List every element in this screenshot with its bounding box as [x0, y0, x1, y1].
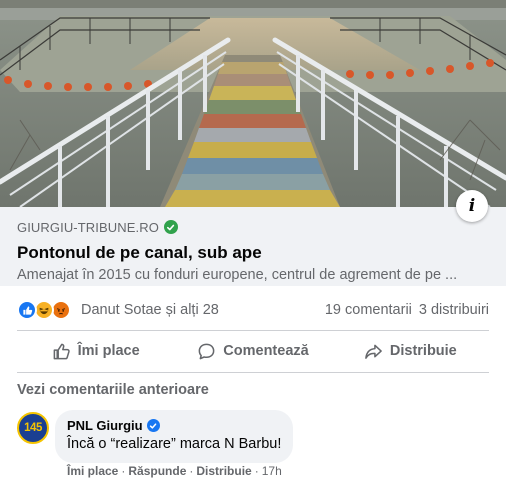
comment-author[interactable]: PNL Giurgiu [67, 418, 143, 433]
link-title[interactable]: Pontonul de pe canal, sub ape [17, 242, 489, 263]
thumbs-up-icon [53, 343, 70, 359]
like-icon [17, 300, 37, 320]
comment-reply-link[interactable]: Răspunde [128, 464, 186, 478]
engagement-counts: 19 comentarii 3 distribuiri [325, 302, 489, 318]
share-icon [365, 344, 382, 359]
reactors-text[interactable]: Danut Sotae și alți 28 [81, 302, 219, 318]
link-domain-row: GIURGIU-TRIBUNE.RO [17, 218, 489, 236]
like-button[interactable]: Îmi place [17, 333, 174, 369]
info-icon: i [468, 196, 476, 216]
feed-post: i GIURGIU-TRIBUNE.RO Pontonul de pe cana… [0, 0, 506, 484]
avatar[interactable]: 145 [17, 412, 49, 444]
reactions-summary: Danut Sotae și alți 28 19 comentarii 3 d… [17, 297, 489, 323]
post-actions: Îmi place Comentează Distribuie [17, 333, 489, 369]
comment-icon [198, 343, 215, 359]
link-preview-image[interactable] [0, 0, 506, 207]
link-preview[interactable]: GIURGIU-TRIBUNE.RO Pontonul de pe canal,… [0, 207, 506, 286]
reaction-count[interactable]: Danut Sotae și alți 28 [17, 300, 219, 320]
info-button[interactable]: i [456, 190, 488, 222]
like-label: Îmi place [77, 343, 140, 359]
comment-text: Încă o “realizare” marca N Barbu! [67, 436, 282, 452]
comment-bubble: PNL Giurgiu Încă o “realizare” marca N B… [55, 410, 294, 463]
meta-separator: · [189, 464, 194, 478]
comment-author-row: PNL Giurgiu [67, 418, 281, 433]
haha-icon [34, 300, 54, 320]
comment-timestamp[interactable]: 17h [262, 464, 282, 478]
verified-badge-icon [146, 419, 160, 432]
meta-separator: · [121, 464, 126, 478]
link-domain: GIURGIU-TRIBUNE.RO [17, 219, 159, 235]
share-button[interactable]: Distribuie [332, 333, 489, 369]
divider [17, 330, 489, 331]
comment-like-link[interactable]: Îmi place [67, 464, 118, 478]
view-previous-comments[interactable]: Vezi comentariile anterioare [17, 382, 209, 398]
comment-button[interactable]: Comentează [174, 333, 331, 369]
shares-count[interactable]: 3 distribuiri [419, 302, 489, 318]
pontoon-photo [0, 0, 506, 207]
share-label: Distribuie [389, 343, 457, 359]
comment-label: Comentează [223, 343, 309, 359]
meta-separator: · [254, 464, 259, 478]
avatar-logo-text: 145 [24, 422, 42, 434]
green-check-icon [163, 220, 178, 234]
comments-count[interactable]: 19 comentarii [325, 302, 412, 318]
link-description: Amenajat în 2015 cu fonduri europene, ce… [17, 267, 458, 283]
reaction-icons [17, 300, 71, 320]
divider [17, 372, 489, 373]
angry-icon [51, 300, 71, 320]
comment-share-link[interactable]: Distribuie [196, 464, 251, 478]
comment-meta: Îmi place · Răspunde · Distribuie · 17h [67, 464, 282, 478]
